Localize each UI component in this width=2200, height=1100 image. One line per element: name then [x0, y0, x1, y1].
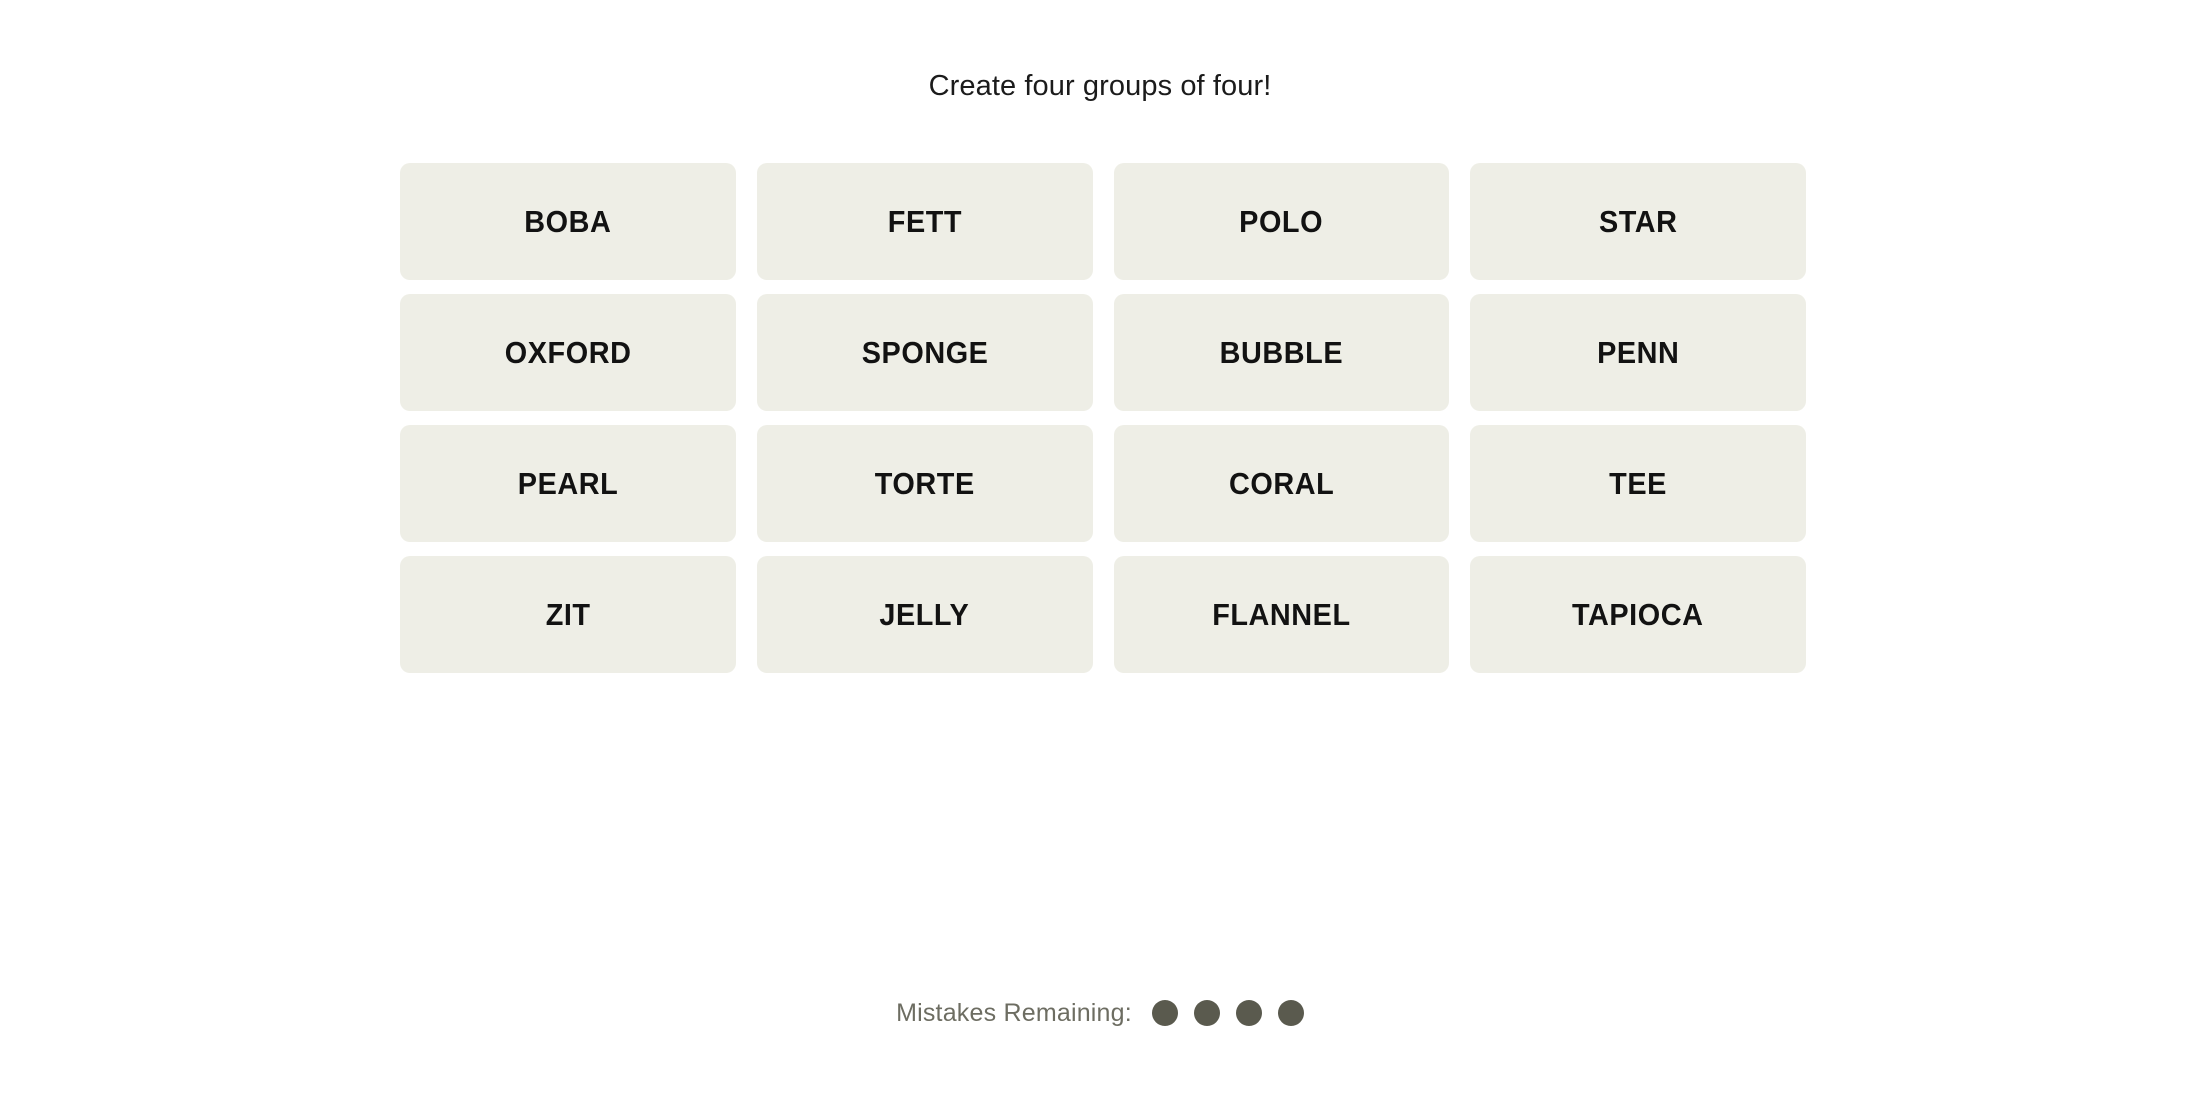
puzzle-header: Create four groups of four! — [0, 72, 2200, 101]
word-tile[interactable]: ZIT — [400, 556, 736, 673]
word-tile[interactable]: POLO — [1113, 163, 1450, 280]
word-tile[interactable]: BUBBLE — [1113, 294, 1450, 411]
word-tile[interactable]: STAR — [1470, 163, 1806, 280]
word-tile-label: TEE — [1609, 466, 1667, 501]
word-tile-label: CORAL — [1228, 466, 1335, 501]
word-tile[interactable]: TORTE — [756, 425, 1093, 542]
word-tile[interactable]: FETT — [756, 163, 1093, 280]
word-tile[interactable]: TAPIOCA — [1470, 556, 1806, 673]
word-tile[interactable]: SPONGE — [756, 294, 1093, 411]
mistake-dot — [1277, 1000, 1304, 1026]
word-tile-label: BOBA — [524, 204, 612, 239]
word-tile-label: TAPIOCA — [1572, 597, 1704, 632]
word-tile-label: BUBBLE — [1219, 335, 1344, 370]
mistakes-remaining-bar: Mistakes Remaining: — [0, 1000, 2200, 1026]
word-tile-label: JELLY — [879, 597, 970, 632]
word-tile-label: OXFORD — [504, 335, 632, 370]
word-tile[interactable]: OXFORD — [400, 294, 736, 411]
word-tile[interactable]: BOBA — [400, 163, 736, 280]
word-tile[interactable]: PEARL — [400, 425, 736, 542]
word-tile-label: POLO — [1239, 204, 1324, 239]
word-tile-grid: BOBA FETT POLO STAR OXFORD SPONGE BUBBLE PENN PE… — [400, 163, 1806, 673]
word-tile-label: STAR — [1598, 204, 1678, 239]
mistake-dot — [1151, 1000, 1178, 1026]
word-tile[interactable]: TEE — [1470, 425, 1806, 542]
mistake-dot — [1235, 1000, 1262, 1026]
word-tile-label: ZIT — [545, 597, 591, 632]
word-tile-label: TORTE — [874, 466, 975, 501]
mistakes-remaining-label: Mistakes Remaining: — [896, 998, 1132, 1027]
mistake-dot — [1193, 1000, 1220, 1026]
word-tile-label: SPONGE — [861, 335, 988, 370]
word-tile[interactable]: CORAL — [1113, 425, 1450, 542]
word-tile[interactable]: JELLY — [756, 556, 1093, 673]
connections-game: Create four groups of four! BOBA FETT POLO… — [0, 0, 2200, 1100]
page-title: Create four groups of four! — [928, 70, 1272, 102]
word-tile-label: PEARL — [517, 466, 619, 501]
word-tile[interactable]: FLANNEL — [1113, 556, 1450, 673]
mistake-dot-list — [1151, 1000, 1304, 1026]
word-tile-label: FETT — [887, 204, 962, 239]
word-tile-label: PENN — [1596, 335, 1680, 370]
word-tile[interactable]: PENN — [1470, 294, 1806, 411]
word-tile-label: FLANNEL — [1212, 597, 1351, 632]
